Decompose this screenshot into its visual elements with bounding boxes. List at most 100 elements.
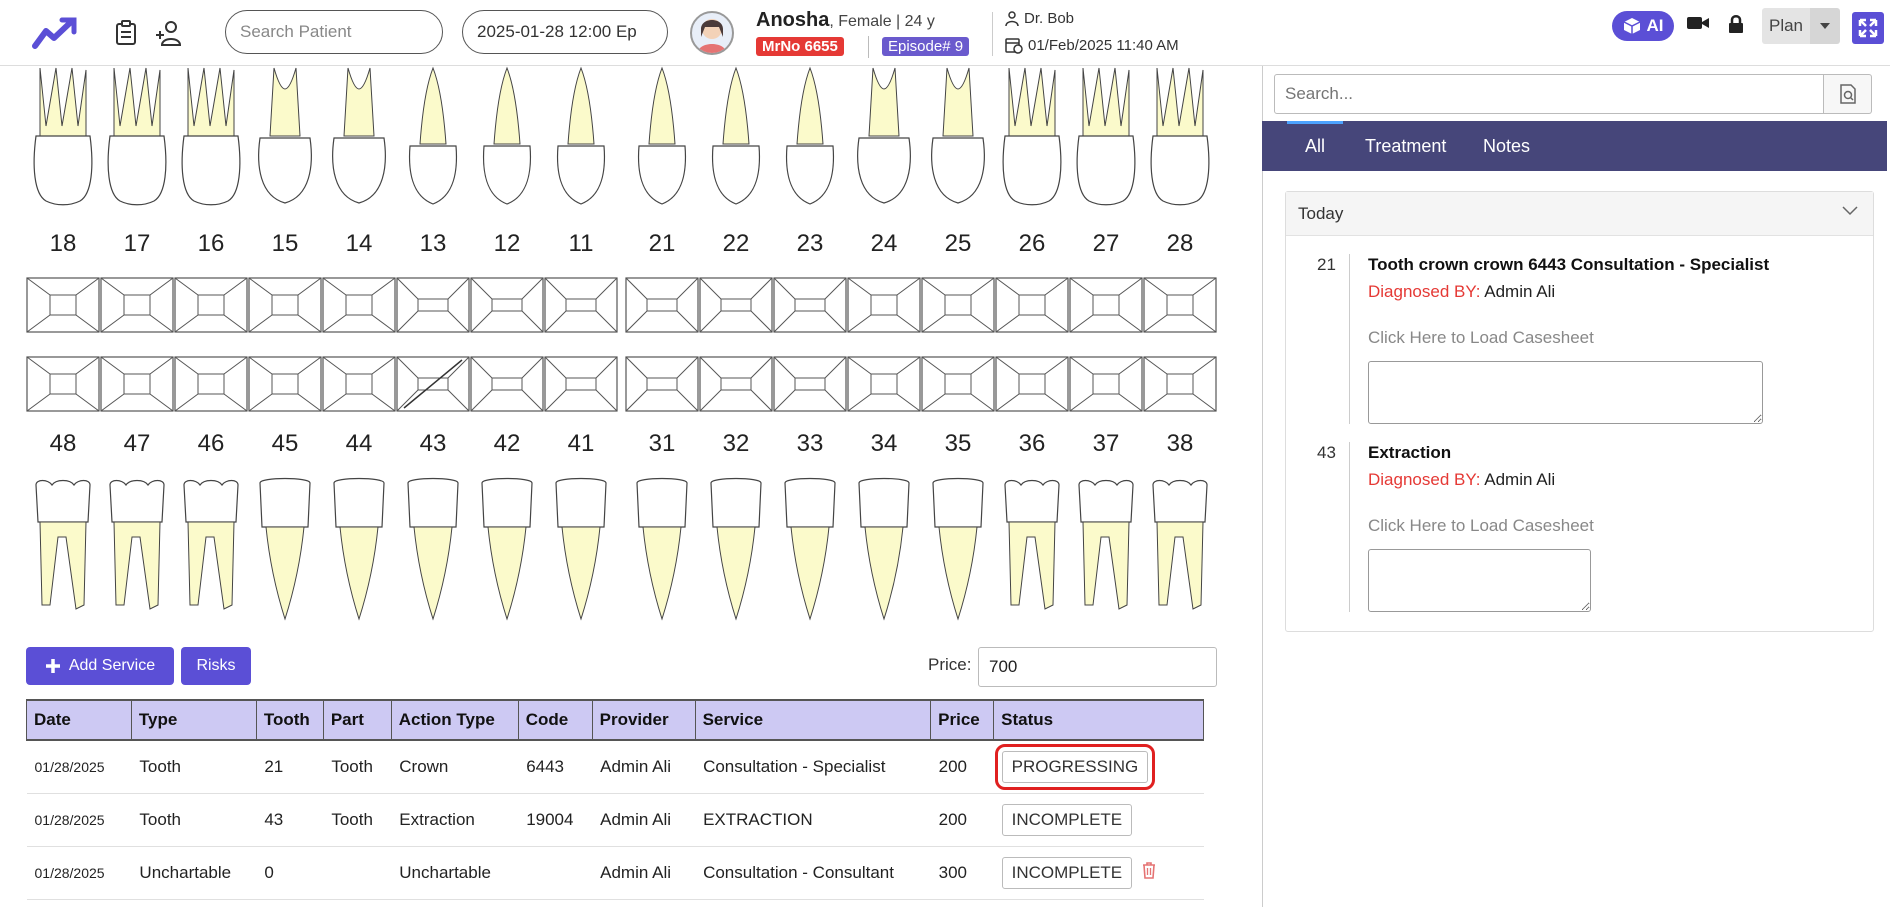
col-tooth[interactable]: Tooth	[255, 699, 324, 741]
tooth-44-image[interactable]	[322, 477, 396, 622]
tooth-12-image[interactable]	[470, 66, 544, 211]
tooth-46-surface[interactable]	[174, 356, 248, 412]
ai-button[interactable]: AI	[1612, 11, 1674, 41]
tooth-38-image[interactable]	[1143, 477, 1217, 622]
video-camera-icon[interactable]	[1686, 14, 1710, 37]
tooth-48-surface[interactable]	[26, 356, 100, 412]
tooth-28-surface[interactable]	[1143, 277, 1217, 333]
tooth-28-image[interactable]	[1143, 66, 1217, 211]
load-casesheet-link[interactable]: Click Here to Load Casesheet	[1368, 328, 1594, 348]
tooth-26-surface[interactable]	[995, 277, 1069, 333]
tooth-14-image[interactable]	[322, 66, 396, 211]
tab-all[interactable]: All	[1305, 121, 1325, 171]
plan-button[interactable]: Plan	[1762, 8, 1810, 44]
tooth-17-surface[interactable]	[100, 277, 174, 333]
tooth-33-surface[interactable]	[773, 356, 847, 412]
tooth-38-surface[interactable]	[1143, 356, 1217, 412]
tooth-42-surface[interactable]	[470, 356, 544, 412]
tooth-34-surface[interactable]	[847, 356, 921, 412]
risks-button[interactable]: Risks	[181, 647, 251, 685]
expand-button[interactable]	[1852, 12, 1884, 44]
tooth-37-image[interactable]	[1069, 477, 1143, 622]
history-section-header[interactable]: Today	[1286, 192, 1873, 236]
tooth-36-surface[interactable]	[995, 356, 1069, 412]
tooth-17-image[interactable]	[100, 66, 174, 211]
tooth-42-image[interactable]	[470, 477, 544, 622]
add-service-button[interactable]: Add Service	[26, 647, 174, 685]
col-part[interactable]: Part	[322, 699, 392, 741]
table-row[interactable]: 01/28/2025 Tooth 43 Tooth Extraction 190…	[26, 793, 1204, 847]
tooth-47-surface[interactable]	[100, 356, 174, 412]
tooth-32-image[interactable]	[699, 477, 773, 622]
tooth-11-surface[interactable]	[544, 277, 618, 333]
tooth-26-image[interactable]	[995, 66, 1069, 211]
tooth-16-surface[interactable]	[174, 277, 248, 333]
col-date[interactable]: Date	[26, 699, 132, 741]
tooth-37-surface[interactable]	[1069, 356, 1143, 412]
status-button[interactable]: PROGRESSING	[994, 743, 1156, 790]
tooth-15-image[interactable]	[248, 66, 322, 211]
col-action-type[interactable]: Action Type	[390, 699, 519, 741]
tooth-27-surface[interactable]	[1069, 277, 1143, 333]
tooth-43-surface[interactable]	[396, 356, 470, 412]
tooth-14-surface[interactable]	[322, 277, 396, 333]
tooth-48-image[interactable]	[26, 477, 100, 622]
tooth-45-image[interactable]	[248, 477, 322, 622]
tooth-27-image[interactable]	[1069, 66, 1143, 211]
history-search-button[interactable]	[1824, 74, 1872, 114]
tooth-18-image[interactable]	[26, 66, 100, 211]
col-price[interactable]: Price	[930, 699, 995, 741]
search-patient-input[interactable]	[225, 10, 443, 54]
tooth-35-image[interactable]	[921, 477, 995, 622]
tooth-22-surface[interactable]	[699, 277, 773, 333]
tooth-13-surface[interactable]	[396, 277, 470, 333]
col-status[interactable]: Status	[993, 699, 1204, 741]
tooth-45-surface[interactable]	[248, 356, 322, 412]
tab-treatment[interactable]: Treatment	[1365, 121, 1446, 171]
col-provider[interactable]: Provider	[591, 699, 696, 741]
tooth-13-image[interactable]	[396, 66, 470, 211]
tooth-18-surface[interactable]	[26, 277, 100, 333]
clipboard-icon[interactable]	[111, 18, 141, 48]
load-casesheet-link[interactable]: Click Here to Load Casesheet	[1368, 516, 1594, 536]
tooth-46-image[interactable]	[174, 477, 248, 622]
tooth-44-surface[interactable]	[322, 356, 396, 412]
tooth-15-surface[interactable]	[248, 277, 322, 333]
tooth-47-image[interactable]	[100, 477, 174, 622]
tooth-36-image[interactable]	[995, 477, 1069, 622]
tooth-23-image[interactable]	[773, 66, 847, 211]
tooth-23-surface[interactable]	[773, 277, 847, 333]
tooth-21-surface[interactable]	[625, 277, 699, 333]
tooth-43-image[interactable]	[396, 477, 470, 622]
history-search-input[interactable]	[1274, 74, 1824, 114]
tooth-41-image[interactable]	[544, 477, 618, 622]
casesheet-textarea[interactable]	[1368, 361, 1763, 424]
tooth-32-surface[interactable]	[699, 356, 773, 412]
tooth-11-image[interactable]	[544, 66, 618, 211]
tooth-33-image[interactable]	[773, 477, 847, 622]
table-row[interactable]: 01/28/2025 Unchartable 0 Unchartable Adm…	[26, 846, 1204, 900]
tooth-25-image[interactable]	[921, 66, 995, 211]
tooth-34-image[interactable]	[847, 477, 921, 622]
tooth-24-surface[interactable]	[847, 277, 921, 333]
patient-avatar[interactable]	[690, 11, 734, 55]
table-row[interactable]: 01/28/2025 Tooth 21 Tooth Crown 6443 Adm…	[26, 740, 1204, 794]
tab-notes[interactable]: Notes	[1483, 121, 1530, 171]
tooth-12-surface[interactable]	[470, 277, 544, 333]
add-user-icon[interactable]	[153, 18, 183, 48]
tooth-25-surface[interactable]	[921, 277, 995, 333]
tooth-16-image[interactable]	[174, 66, 248, 211]
col-type[interactable]: Type	[130, 699, 257, 741]
tooth-35-surface[interactable]	[921, 356, 995, 412]
episode-date-input[interactable]	[462, 10, 668, 54]
status-button[interactable]: INCOMPLETE	[1001, 803, 1133, 836]
plan-dropdown-caret[interactable]	[1810, 8, 1840, 44]
trash-icon[interactable]	[1142, 862, 1156, 884]
price-input[interactable]	[978, 647, 1217, 687]
lock-icon[interactable]	[1728, 14, 1744, 39]
tooth-21-image[interactable]	[625, 66, 699, 211]
app-logo-icon[interactable]	[30, 12, 80, 56]
tooth-22-image[interactable]	[699, 66, 773, 211]
tooth-31-surface[interactable]	[625, 356, 699, 412]
col-service[interactable]: Service	[694, 699, 932, 741]
